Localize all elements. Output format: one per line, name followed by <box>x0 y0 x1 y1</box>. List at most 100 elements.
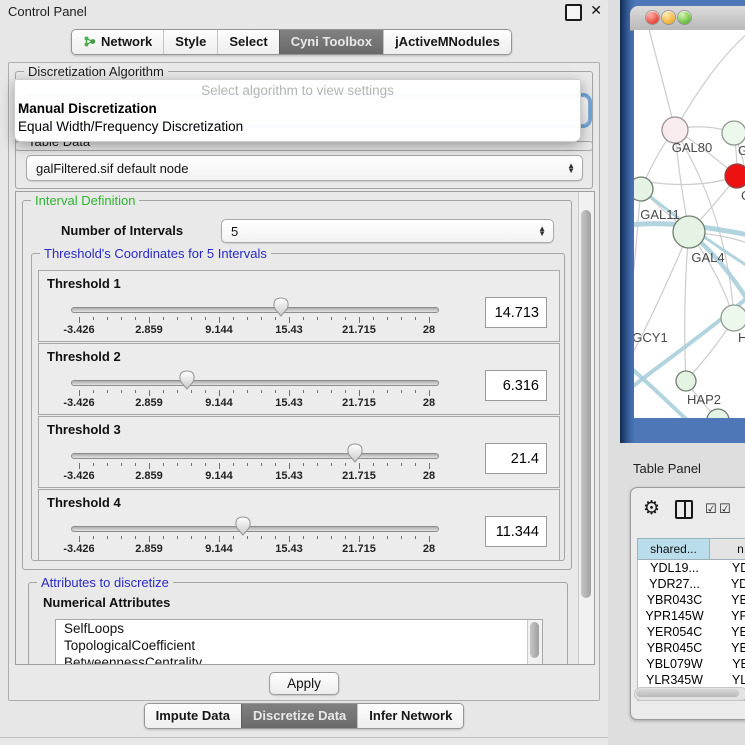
gear-icon[interactable]: ⚙ <box>643 497 660 520</box>
table-row[interactable]: YBL079WYBL0 <box>638 656 745 672</box>
tick-label: 2.859 <box>135 397 163 409</box>
threshold-label: Threshold 2 <box>47 349 121 364</box>
attributes-scrollbar[interactable] <box>527 620 542 665</box>
close-icon[interactable]: ✕ <box>590 2 602 19</box>
table-cell: YBL079W <box>638 656 711 672</box>
node-label: GAL11 <box>640 207 680 222</box>
tick-mark <box>79 317 80 323</box>
threshold-slider[interactable]: -3.4262.8599.14415.4321.71528 <box>71 522 437 556</box>
tick-label: -3.426 <box>63 324 94 336</box>
threshold-value-field[interactable]: 11.344 <box>485 516 547 547</box>
slider-thumb[interactable] <box>234 516 253 541</box>
table-data-value: galFiltered.sif default node <box>36 161 188 176</box>
network-canvas[interactable]: GAL80GAGAL11CGAL4GCY1HHAP2 <box>634 30 745 418</box>
number-of-intervals-value: 5 <box>231 224 238 239</box>
column-header-shared-name[interactable]: shared... <box>637 538 710 560</box>
bottom-tab-impute-data[interactable]: Impute Data <box>145 704 241 728</box>
slider-thumb[interactable] <box>346 443 365 468</box>
network-window-titlebar[interactable] <box>630 6 745 31</box>
table-cell: YER0 <box>711 624 745 640</box>
attribute-item[interactable]: BetweennessCentrality <box>56 654 542 665</box>
attribute-item[interactable]: SelfLoops <box>56 620 542 637</box>
network-edge[interactable] <box>634 232 689 365</box>
threshold-slider[interactable]: -3.4262.8599.14415.4321.71528 <box>71 376 437 410</box>
threshold-slider[interactable]: -3.4262.8599.14415.4321.71528 <box>71 303 437 337</box>
tick-mark <box>247 463 248 466</box>
dropdown-option-equal-width[interactable]: Equal Width/Frequency Discretization <box>18 119 243 134</box>
combo-arrows-icon: ▲▼ <box>567 163 575 173</box>
tick-mark <box>191 317 192 320</box>
threshold-value-field[interactable]: 21.4 <box>485 443 547 474</box>
bottom-tab-infer-network[interactable]: Infer Network <box>357 704 463 728</box>
table-horizontal-scrollbar[interactable] <box>634 687 745 701</box>
slider-thumb[interactable] <box>272 297 291 322</box>
threshold-value-field[interactable]: 6.316 <box>485 370 547 401</box>
network-node[interactable] <box>721 305 745 331</box>
attribute-item[interactable]: TopologicalCoefficient <box>56 637 542 654</box>
table-row[interactable]: YDL19...YDL1 <box>638 560 745 576</box>
table-row[interactable]: YLR345WYLR3 <box>638 672 745 688</box>
numerical-attributes-label: Numerical Attributes <box>43 595 170 610</box>
table-row[interactable]: YPR145WYPR1 <box>638 608 745 624</box>
tick-mark <box>373 390 374 393</box>
slider-thumb[interactable] <box>178 370 197 395</box>
tick-mark <box>373 463 374 466</box>
tab-jactivemnodules[interactable]: jActiveMNodules <box>383 30 511 54</box>
checkbox-icon[interactable]: ☑ <box>719 501 731 517</box>
tick-mark <box>149 463 150 469</box>
tick-label: 15.43 <box>275 543 303 555</box>
threshold-label: Threshold 4 <box>47 495 121 510</box>
close-traffic-light-icon[interactable] <box>646 11 659 24</box>
tick-label: 21.715 <box>342 470 376 482</box>
tick-label: 9.144 <box>205 470 233 482</box>
table-row[interactable]: YBR043CYBR0 <box>638 592 745 608</box>
threshold-value-field[interactable]: 14.713 <box>485 297 547 328</box>
tick-label: -3.426 <box>63 543 94 555</box>
settings-vertical-scrollbar[interactable] <box>578 192 594 664</box>
table-row[interactable]: YBR045CYBR0 <box>638 640 745 656</box>
network-node[interactable] <box>634 177 653 201</box>
tick-mark <box>261 463 262 466</box>
table-data-combobox[interactable]: galFiltered.sif default node ▲▼ <box>26 155 583 181</box>
table-cell: YBR043C <box>638 592 711 608</box>
tab-select[interactable]: Select <box>217 30 278 54</box>
columns-icon[interactable] <box>675 500 693 519</box>
tick-label: 9.144 <box>205 324 233 336</box>
tick-mark <box>121 536 122 539</box>
tick-mark <box>289 536 290 542</box>
tick-label: 21.715 <box>342 324 376 336</box>
tab-cyni-toolbox[interactable]: Cyni Toolbox <box>279 30 383 54</box>
network-node[interactable] <box>676 371 696 391</box>
zoom-traffic-light-icon[interactable] <box>678 11 691 24</box>
column-header-name[interactable]: n... <box>710 538 745 560</box>
network-edge[interactable] <box>648 30 675 130</box>
table-row[interactable]: YER054CYER0 <box>638 624 745 640</box>
network-edge[interactable] <box>675 32 745 130</box>
number-of-intervals-combobox[interactable]: 5 ▲▼ <box>221 219 554 243</box>
checkbox-icon[interactable]: ☑ <box>705 501 717 517</box>
tick-mark <box>163 390 164 393</box>
apply-button[interactable]: Apply <box>269 672 339 695</box>
tick-mark <box>415 463 416 466</box>
tick-mark <box>107 317 108 320</box>
network-node[interactable] <box>725 164 745 188</box>
network-edge[interactable] <box>685 232 689 381</box>
tick-mark <box>317 463 318 466</box>
numerical-attributes-list[interactable]: SelfLoopsTopologicalCoefficientBetweenne… <box>55 619 543 665</box>
minimize-traffic-light-icon[interactable] <box>662 11 675 24</box>
table-row[interactable]: YDR27...YDR2 <box>638 576 745 592</box>
table-cell: YBR0 <box>711 640 745 656</box>
bottom-tab-discretize-data[interactable]: Discretize Data <box>241 704 357 728</box>
tab-network[interactable]: Network <box>72 30 163 54</box>
network-node[interactable] <box>722 121 745 145</box>
float-window-icon[interactable] <box>565 4 582 21</box>
network-view-window[interactable]: GAL80GAGAL11CGAL4GCY1HHAP2 <box>620 0 745 443</box>
node-table: shared... n... YDL19...YDL1YDR27...YDR2Y… <box>637 538 745 701</box>
tick-mark <box>303 317 304 320</box>
dropdown-option-manual[interactable]: Manual Discretization <box>18 101 157 116</box>
tick-mark <box>359 536 360 542</box>
threshold-box-3: Threshold 3-3.4262.8599.14415.4321.71528… <box>38 416 560 488</box>
tick-label: 2.859 <box>135 470 163 482</box>
threshold-slider[interactable]: -3.4262.8599.14415.4321.71528 <box>71 449 437 483</box>
tab-style[interactable]: Style <box>163 30 217 54</box>
